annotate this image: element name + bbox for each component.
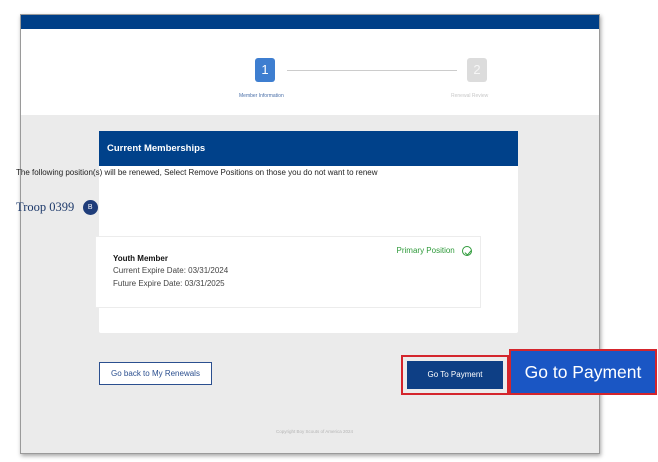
card-title: Current Memberships <box>99 131 518 166</box>
future-expire-date: Future Expire Date: 03/31/2025 <box>113 279 225 288</box>
step-1-indicator[interactable]: 1 <box>255 58 275 82</box>
position-role: Youth Member <box>113 254 168 263</box>
troop-badge: B <box>82 200 98 216</box>
stepper: 1 2 Member Information Renewal Review <box>21 29 599 115</box>
step-2-label: Renewal Review <box>451 93 489 99</box>
primary-position-indicator: Primary Position <box>397 246 472 256</box>
primary-position-label: Primary Position <box>396 246 455 256</box>
step-1-label: Member Information <box>239 93 284 99</box>
troop-row: Troop 0399 B <box>16 199 98 217</box>
check-circle-icon <box>462 246 472 256</box>
renewal-description: The following position(s) will be renewe… <box>16 168 378 177</box>
go-to-payment-callout: Go to Payment <box>509 349 657 395</box>
top-bar <box>21 15 599 29</box>
membership-position-box: Youth Member Current Expire Date: 03/31/… <box>95 236 481 308</box>
copyright-text: Copyright Boy Scouts of America 2024 <box>276 429 354 434</box>
back-to-renewals-button[interactable]: Go back to My Renewals <box>99 362 212 385</box>
step-2-indicator[interactable]: 2 <box>467 58 487 82</box>
go-to-payment-button[interactable]: Go To Payment <box>407 361 503 389</box>
troop-name: Troop 0399 <box>16 200 75 215</box>
step-connector <box>287 70 457 71</box>
current-expire-date: Current Expire Date: 03/31/2024 <box>113 266 229 275</box>
